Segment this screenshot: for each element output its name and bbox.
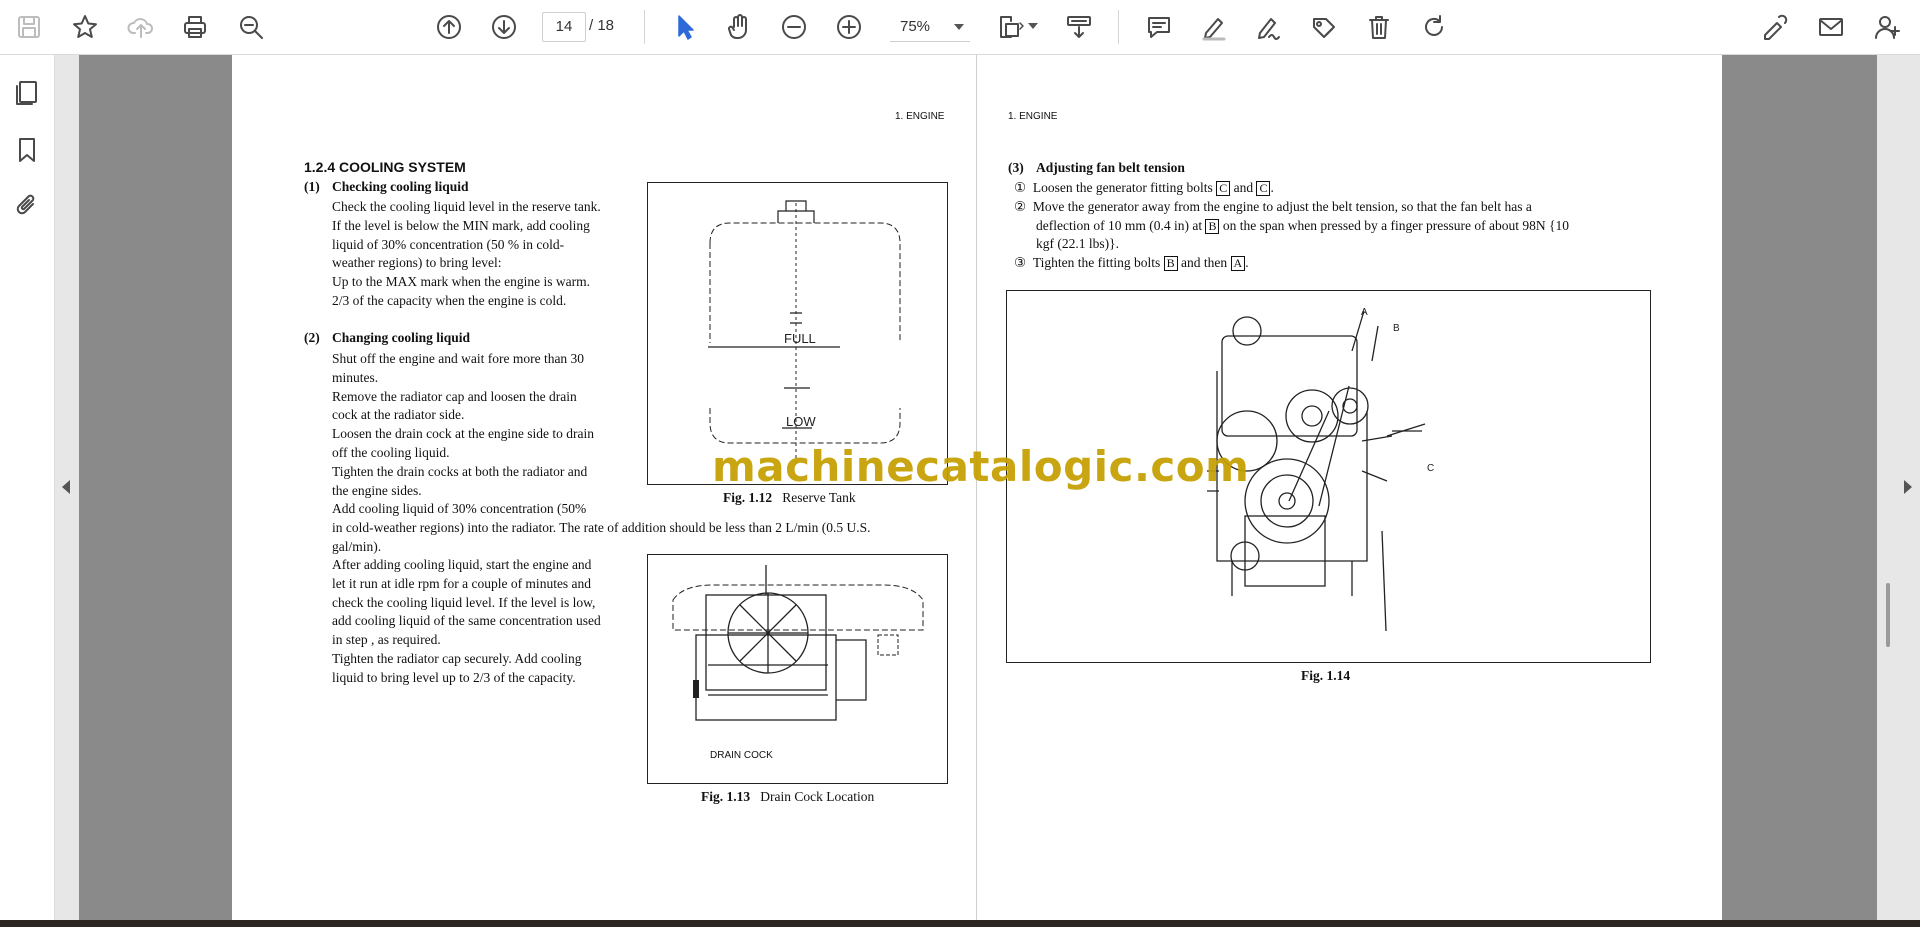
low-mark-label: LOW: [786, 414, 816, 429]
taskbar-strip: [0, 920, 1920, 927]
figure-caption: Fig. 1.13 Drain Cock Location: [701, 789, 874, 805]
expand-right-arrow-icon[interactable]: [1904, 480, 1912, 494]
toolbar-divider: [1118, 10, 1119, 44]
watermark-text: machinecatalogic.com: [712, 442, 1250, 491]
figure-title: Drain Cock Location: [760, 789, 875, 804]
step-number: (2): [304, 330, 320, 345]
figure-number: Fig. 1.13: [701, 789, 751, 804]
drain-cock-label: DRAIN COCK: [710, 750, 773, 761]
section-title: 1.2.4 COOLING SYSTEM: [304, 159, 466, 175]
add-user-icon[interactable]: [1870, 9, 1904, 45]
zoom-search-icon[interactable]: [234, 9, 268, 45]
step-number: (3): [1008, 160, 1024, 175]
zoom-in-icon[interactable]: [832, 9, 866, 45]
toolbar: 14 / 18 75%: [0, 0, 1920, 55]
left-rail: [0, 55, 55, 927]
callout-b: B: [1393, 323, 1400, 334]
zoom-out-icon[interactable]: [777, 9, 811, 45]
right-page-header: 1. ENGINE: [1008, 111, 1058, 122]
callout-a: A: [1361, 307, 1368, 318]
step-2-cont: deflection of 10 mm (0.4 in) at B on the…: [1036, 217, 1570, 234]
step-2-cont: kgf (22.1 lbs)}.: [1036, 236, 1119, 252]
bookmark-icon[interactable]: [11, 134, 43, 166]
highlight-pen-icon[interactable]: [1197, 9, 1231, 45]
left-page-header: 1. ENGINE: [895, 111, 945, 122]
figure-caption: Fig. 1.14: [1301, 668, 1350, 684]
subsection-title: Checking cooling liquid: [332, 179, 469, 194]
star-icon[interactable]: [68, 9, 102, 45]
page-number-input[interactable]: 14: [542, 12, 586, 42]
figure-reserve-tank: FULL LOW: [647, 182, 948, 485]
figure-number: Fig. 1.12: [723, 490, 773, 505]
paragraph-changing: Shut off the engine and wait fore more t…: [332, 351, 595, 517]
subsection-title: Changing cooling liquid: [332, 330, 471, 345]
chevron-down-icon[interactable]: [1028, 23, 1038, 29]
reserve-tank-drawing: FULL LOW: [708, 200, 901, 463]
paragraph-changing-tail: After adding cooling liquid, start the e…: [332, 557, 601, 685]
fan-belt-steps: ① Loosen the generator fitting bolts C a…: [1014, 179, 1654, 273]
print-icon[interactable]: [178, 9, 212, 45]
toolbar-divider: [644, 10, 645, 44]
drain-cock-drawing: [672, 565, 924, 721]
draw-freehand-icon[interactable]: [1252, 9, 1286, 45]
figure-title: Reserve Tank: [782, 490, 856, 505]
fill-sign-icon[interactable]: [1758, 9, 1792, 45]
callout-c: C: [1427, 463, 1434, 474]
comment-icon[interactable]: [1142, 9, 1176, 45]
paragraph-changing-wide: in cold-weather regions) into the radiat…: [332, 520, 871, 554]
right-panel-toggle[interactable]: [1877, 55, 1920, 920]
figure-caption: Fig. 1.12 Reserve Tank: [723, 490, 856, 506]
figure-number: Fig. 1.14: [1301, 668, 1351, 683]
zoom-value: 75%: [900, 18, 931, 35]
save-icon[interactable]: [12, 9, 46, 45]
subsection-title: Adjusting fan belt tension: [1036, 160, 1185, 175]
page-total: / 18: [589, 17, 615, 34]
page-fit-icon[interactable]: [994, 9, 1028, 45]
page-down-icon[interactable]: [487, 9, 521, 45]
step-number: (1): [304, 179, 320, 194]
paragraph-checking: Check the cooling liquid level in the re…: [332, 199, 601, 308]
cloud-upload-icon[interactable]: [124, 9, 158, 45]
step-2: ② Move the generator away from the engin…: [1014, 198, 1532, 214]
chevron-down-icon: [954, 24, 964, 30]
figure-drain-cock: [647, 554, 948, 784]
page-up-icon[interactable]: [432, 9, 466, 45]
hand-tool-icon[interactable]: [722, 9, 756, 45]
vertical-scrollbar[interactable]: [1886, 583, 1890, 647]
mail-icon[interactable]: [1814, 9, 1848, 45]
full-mark-label: FULL: [784, 331, 816, 346]
step-1: ① Loosen the generator fitting bolts C a…: [1014, 180, 1274, 196]
trash-icon[interactable]: [1362, 9, 1396, 45]
collapse-left-arrow-icon[interactable]: [62, 480, 70, 494]
scroll-mode-icon[interactable]: [1062, 9, 1096, 45]
step-3: ③ Tighten the fitting bolts B and then A…: [1014, 255, 1249, 272]
stamp-tag-icon[interactable]: [1307, 9, 1341, 45]
select-cursor-icon[interactable]: [668, 9, 702, 45]
zoom-select[interactable]: 75%: [890, 12, 970, 42]
redo-icon[interactable]: [1417, 9, 1451, 45]
pages-thumbnail-icon[interactable]: [11, 77, 43, 109]
attachment-icon[interactable]: [11, 190, 43, 222]
